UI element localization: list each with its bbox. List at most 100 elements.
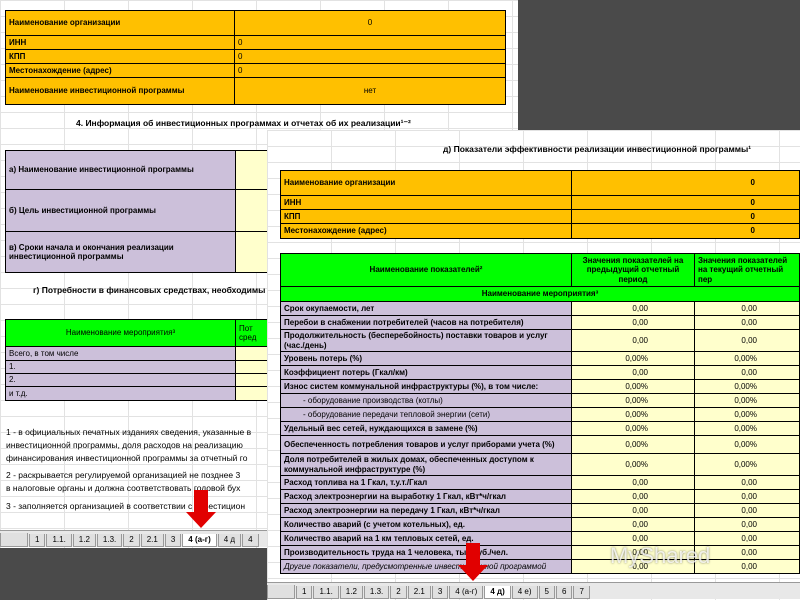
indicator-previous-value[interactable]: 0,00 xyxy=(571,301,695,316)
tab-6[interactable]: 6 xyxy=(556,586,573,599)
indicator-label[interactable]: Срок окупаемости, лет xyxy=(280,301,572,316)
inn-value[interactable]: 0 xyxy=(571,195,800,210)
tab-1-1[interactable]: 1.1. xyxy=(46,534,72,547)
tab-1-2[interactable]: 1.2 xyxy=(339,586,363,599)
indicator-current-value[interactable]: 0,00% xyxy=(694,393,800,408)
fin-row-total[interactable]: Всего, в том числе xyxy=(5,346,236,361)
indicator-current-value[interactable]: 0,00% xyxy=(694,435,800,454)
tab-1[interactable]: 1 xyxy=(296,586,313,599)
tab-4-d[interactable]: 4 д) xyxy=(484,586,511,599)
tab-2-1[interactable]: 2.1 xyxy=(407,586,431,599)
kpp-label[interactable]: КПП xyxy=(5,49,235,64)
address-label[interactable]: Местонахождение (адрес) xyxy=(5,63,235,78)
indicator-current-value[interactable]: 0,00 xyxy=(694,365,800,380)
indicator-label[interactable]: Продолжительность (бесперебойность) пост… xyxy=(280,329,572,352)
tab-scroll-buttons[interactable] xyxy=(0,533,28,547)
header-indicator-name[interactable]: Наименование показателей² xyxy=(280,253,572,287)
indicator-label[interactable]: Расход электроэнергии на выработку 1 Гка… xyxy=(280,489,572,504)
tab-4-d[interactable]: 4 д xyxy=(217,534,242,547)
indicator-label[interactable]: Уровень потерь (%) xyxy=(280,351,572,366)
indicator-current-value[interactable]: 0,00 xyxy=(694,301,800,316)
indicator-previous-value[interactable]: 0,00 xyxy=(571,475,695,490)
address-value[interactable]: 0 xyxy=(571,223,800,239)
indicator-previous-value[interactable]: 0,00% xyxy=(571,351,695,366)
indicator-current-value[interactable]: 0,00% xyxy=(694,453,800,476)
indicator-label[interactable]: Удельный вес сетей, нуждающихся в замене… xyxy=(280,421,572,436)
indicator-label[interactable]: Количество аварий (с учетом котельных), … xyxy=(280,517,572,532)
tab-4-e[interactable]: 4 е) xyxy=(511,586,538,599)
indicator-previous-value[interactable]: 0,00% xyxy=(571,421,695,436)
header-current-period[interactable]: Значения показателей на текущий отчетный… xyxy=(694,253,800,287)
measure-header[interactable]: Наименование мероприятия³ xyxy=(280,286,800,302)
indicator-current-value[interactable]: 0,00 xyxy=(694,517,800,532)
fin-row-etc[interactable]: и т.д. xyxy=(5,386,236,401)
indicator-label[interactable]: Обеспеченность потребления товаров и усл… xyxy=(280,435,572,454)
tab-3[interactable]: 3 xyxy=(164,534,182,547)
indicator-current-value[interactable]: 0,00 xyxy=(694,489,800,504)
program-name-value[interactable]: нет xyxy=(234,77,506,105)
program-name-label[interactable]: Наименование инвестиционной программы xyxy=(5,77,235,105)
indicator-previous-value[interactable]: 0,00 xyxy=(571,517,695,532)
indicator-label[interactable]: Количество аварий на 1 км тепловых сетей… xyxy=(280,531,572,546)
indicator-current-value[interactable]: 0,00% xyxy=(694,421,800,436)
header-previous-period[interactable]: Значения показателей на предыдущий отчет… xyxy=(571,253,695,287)
tab-5[interactable]: 5 xyxy=(538,586,555,599)
indicator-previous-value[interactable]: 0,00% xyxy=(571,453,695,476)
fin-row-1[interactable]: 1. xyxy=(5,360,236,374)
indicator-current-value[interactable]: 0,00 xyxy=(694,503,800,518)
fin-header-measure[interactable]: Наименование мероприятия³ xyxy=(5,319,236,347)
indicator-current-value[interactable]: 0,00 xyxy=(694,329,800,352)
tab-4-a-g[interactable]: 4 (а-г) xyxy=(182,534,217,547)
tab-3[interactable]: 3 xyxy=(431,586,449,599)
tab-4-a-g[interactable]: 4 (а-г) xyxy=(449,586,484,599)
indicator-label[interactable]: Другие показатели, предусмотренные инвес… xyxy=(280,559,572,574)
indicator-label[interactable]: Производительность труда на 1 человека, … xyxy=(280,545,572,560)
org-name-value[interactable]: 0 xyxy=(571,170,800,196)
indicator-label[interactable]: Износ систем коммунальной инфраструктуры… xyxy=(280,379,572,394)
kpp-value[interactable]: 0 xyxy=(234,49,506,64)
indicator-label[interactable]: Перебои в снабжении потребителей (часов … xyxy=(280,315,572,330)
org-name-value[interactable]: 0 xyxy=(234,10,506,36)
address-value[interactable]: 0 xyxy=(234,63,506,78)
indicator-previous-value[interactable]: 0,00% xyxy=(571,435,695,454)
indicator-label[interactable]: Коэффициент потерь (Гкал/км) xyxy=(280,365,572,380)
tab-1-3[interactable]: 1.3. xyxy=(363,586,390,599)
indicator-previous-value[interactable]: 0,00 xyxy=(571,489,695,504)
address-label[interactable]: Местонахождение (адрес) xyxy=(280,223,572,239)
indicator-current-value[interactable]: 0,00% xyxy=(694,407,800,422)
inn-label[interactable]: ИНН xyxy=(5,35,235,50)
tab-2[interactable]: 2 xyxy=(390,586,407,599)
indicator-previous-value[interactable]: 0,00 xyxy=(571,365,695,380)
tab-4-more[interactable]: 4 xyxy=(242,534,259,547)
indicator-previous-value[interactable]: 0,00% xyxy=(571,379,695,394)
program-name-item[interactable]: а) Наименование инвестиционной программы xyxy=(5,150,236,190)
indicator-label[interactable]: Расход электроэнергии на передачу 1 Гкал… xyxy=(280,503,572,518)
indicator-label[interactable]: Расход топлива на 1 Гкал, т.у.т./Гкал xyxy=(280,475,572,490)
fin-row-2[interactable]: 2. xyxy=(5,373,236,387)
tab-1-2[interactable]: 1.2 xyxy=(72,534,96,547)
tab-2[interactable]: 2 xyxy=(123,534,140,547)
inn-value[interactable]: 0 xyxy=(234,35,506,50)
indicator-label[interactable]: - оборудование производства (котлы) xyxy=(280,393,572,408)
tab-1-1[interactable]: 1.1. xyxy=(313,586,339,599)
org-name-label[interactable]: Наименование организации xyxy=(280,170,572,196)
kpp-value[interactable]: 0 xyxy=(571,209,800,224)
indicator-previous-value[interactable]: 0,00% xyxy=(571,393,695,408)
tab-7[interactable]: 7 xyxy=(573,586,590,599)
kpp-label[interactable]: КПП xyxy=(280,209,572,224)
indicator-label[interactable]: Доля потребителей в жилых домах, обеспеч… xyxy=(280,453,572,476)
indicator-previous-value[interactable]: 0,00% xyxy=(571,407,695,422)
indicator-current-value[interactable]: 0,00% xyxy=(694,379,800,394)
indicator-label[interactable]: - оборудование передачи тепловой энергии… xyxy=(280,407,572,422)
tab-2-1[interactable]: 2.1 xyxy=(140,534,164,547)
tab-1-3[interactable]: 1.3. xyxy=(96,534,123,547)
org-name-label[interactable]: Наименование организации xyxy=(5,10,235,36)
inn-label[interactable]: ИНН xyxy=(280,195,572,210)
program-dates-item[interactable]: в) Сроки начала и окончания реализации и… xyxy=(5,231,236,273)
indicator-previous-value[interactable]: 0,00 xyxy=(571,503,695,518)
indicator-previous-value[interactable]: 0,00 xyxy=(571,329,695,352)
indicator-current-value[interactable]: 0,00 xyxy=(694,475,800,490)
tab-scroll-buttons[interactable] xyxy=(267,585,295,599)
indicator-current-value[interactable]: 0,00 xyxy=(694,315,800,330)
indicator-previous-value[interactable]: 0,00 xyxy=(571,315,695,330)
